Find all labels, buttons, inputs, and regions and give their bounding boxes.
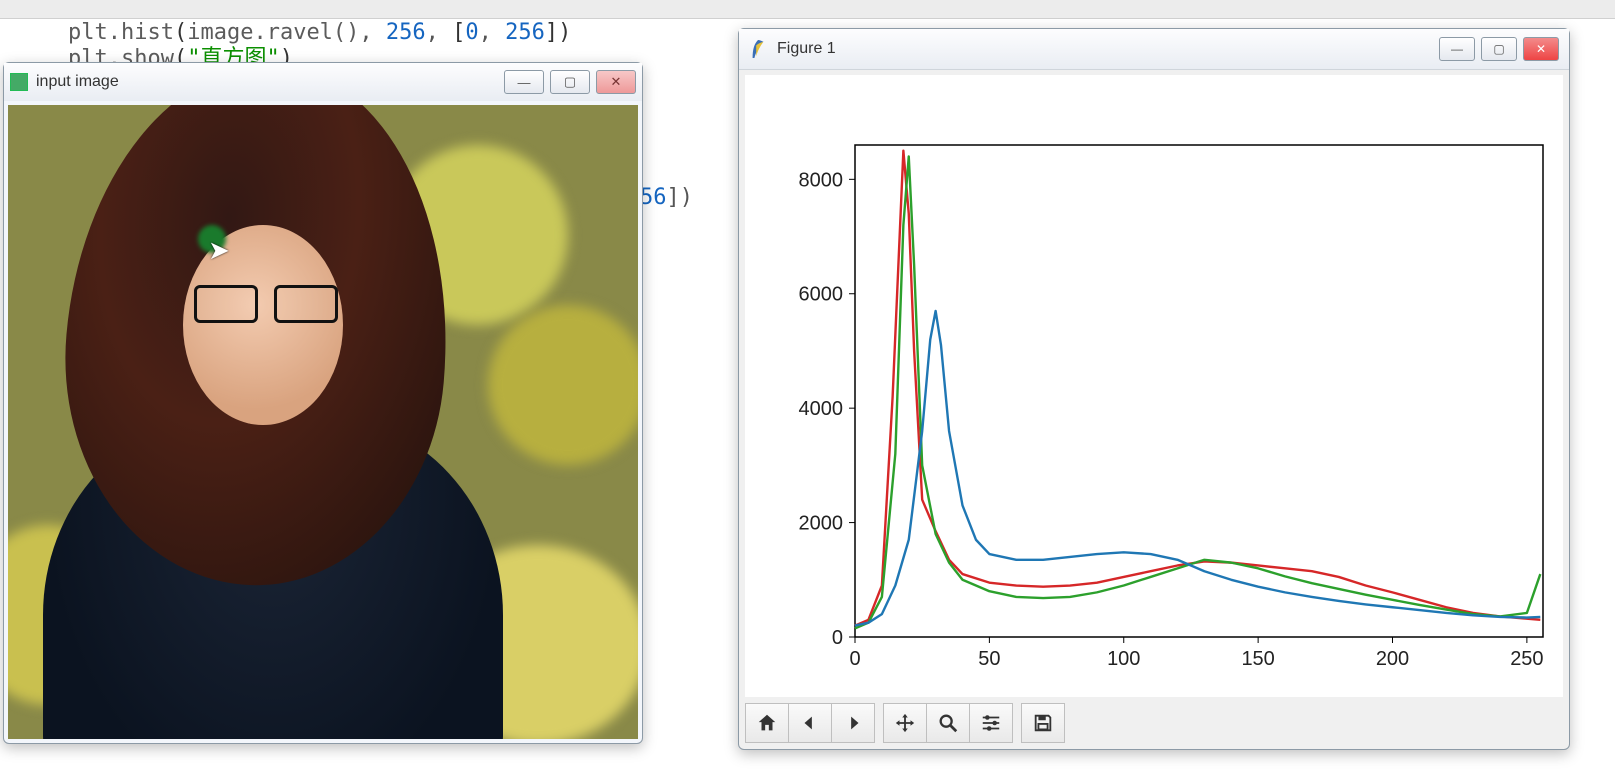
svg-text:0: 0 (832, 627, 843, 649)
figure-title: Figure 1 (777, 40, 1439, 58)
input-image-title: input image (36, 73, 504, 91)
maximize-button[interactable]: ▢ (550, 70, 590, 94)
configure-subplots-button[interactable] (969, 703, 1013, 743)
svg-text:200: 200 (1376, 648, 1409, 670)
svg-text:2000: 2000 (799, 513, 844, 535)
stray-code-fragment: 56]) (640, 185, 693, 210)
input-image-titlebar[interactable]: input image — ▢ ✕ (4, 63, 642, 101)
matplotlib-toolbar (745, 703, 1065, 743)
minimize-button[interactable]: — (1439, 37, 1475, 61)
figure-titlebar[interactable]: Figure 1 — ▢ ✕ (739, 29, 1569, 70)
save-button[interactable] (1021, 703, 1065, 743)
editor-tabbar (0, 0, 1615, 19)
opencv-icon (10, 73, 28, 91)
input-image-window: input image — ▢ ✕ ➤ (3, 62, 643, 744)
zoom-button[interactable] (926, 703, 970, 743)
svg-text:100: 100 (1107, 648, 1140, 670)
tk-feather-icon (749, 38, 767, 60)
svg-text:0: 0 (849, 648, 860, 670)
svg-text:250: 250 (1510, 648, 1543, 670)
svg-text:150: 150 (1241, 648, 1274, 670)
minimize-button[interactable]: — (504, 70, 544, 94)
maximize-button[interactable]: ▢ (1481, 37, 1517, 61)
svg-text:8000: 8000 (799, 169, 844, 191)
histogram-plot: 0 2000 4000 6000 8000 0 50 100 150 200 250 (745, 75, 1563, 697)
figure-window: Figure 1 — ▢ ✕ 0 2000 4000 6000 8000 0 50 100 15… (738, 28, 1570, 750)
forward-button[interactable] (831, 703, 875, 743)
pan-button[interactable] (883, 703, 927, 743)
svg-text:4000: 4000 (799, 398, 844, 420)
input-image-canvas: ➤ (8, 105, 638, 739)
back-button[interactable] (788, 703, 832, 743)
svg-text:6000: 6000 (799, 284, 844, 306)
close-button[interactable]: ✕ (596, 70, 636, 94)
close-button[interactable]: ✕ (1523, 37, 1559, 61)
home-button[interactable] (745, 703, 789, 743)
figure-canvas: 0 2000 4000 6000 8000 0 50 100 150 200 250 (745, 75, 1563, 697)
svg-text:50: 50 (978, 648, 1000, 670)
